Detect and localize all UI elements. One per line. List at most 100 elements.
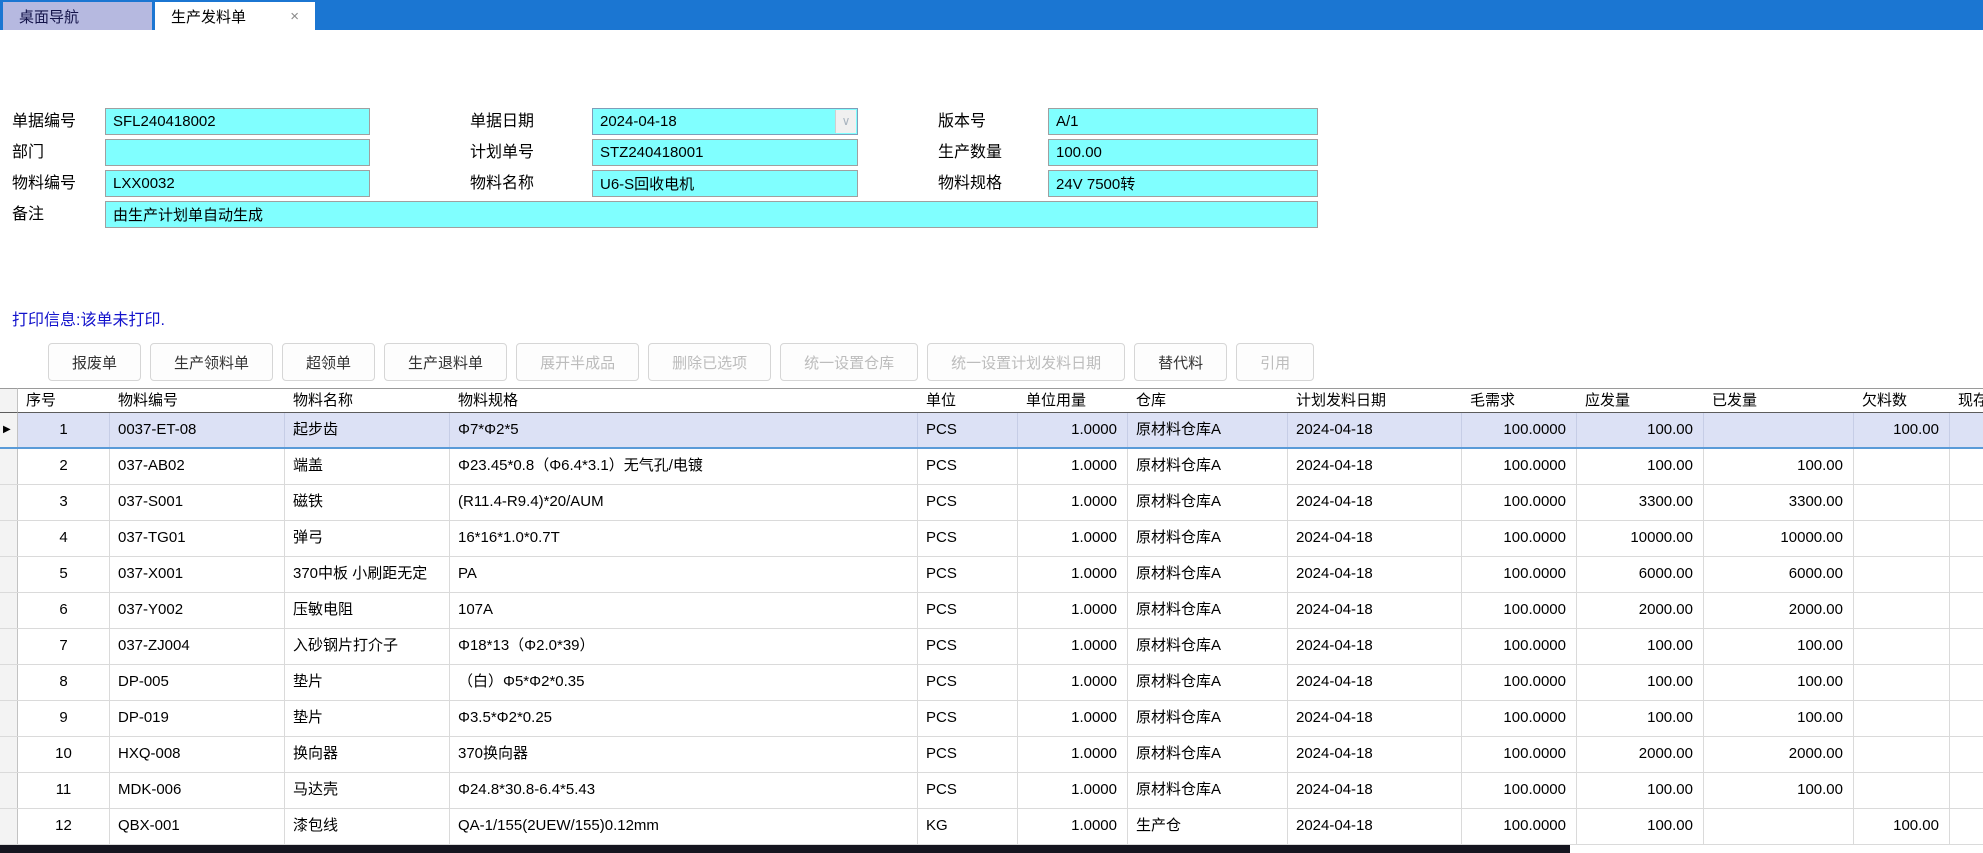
cell-warehouse: 生产仓 [1128,809,1288,844]
expand-semi-finished-button: 展开半成品 [516,343,639,381]
production-return-button[interactable]: 生产退料单 [384,343,507,381]
cell-material-code: MDK-006 [110,773,285,808]
column-header-material-code[interactable]: 物料编号 [110,388,285,413]
cell-shortage-qty [1854,449,1950,484]
cell-material-spec: Φ24.8*30.8-6.4*5.43 [450,773,918,808]
column-header-material-name[interactable]: 物料名称 [285,388,450,413]
cell-material-name: 磁铁 [285,485,450,520]
cell-shortage-qty [1854,485,1950,520]
row-indicator [0,449,18,484]
column-header-shortage-qty[interactable]: 欠料数 [1854,388,1950,413]
cell-gross-demand: 100.0000 [1462,521,1577,556]
production-requisition-button[interactable]: 生产领料单 [150,343,273,381]
table-row[interactable]: 11MDK-006马达壳Φ24.8*30.8-6.4*5.43PCS1.0000… [0,773,1983,809]
cell-warehouse: 原材料仓库A [1128,557,1288,592]
production-qty-input[interactable] [1049,140,1317,165]
substitute-material-button[interactable]: 替代料 [1134,343,1227,381]
field-remark [105,201,1318,228]
cell-material-name: 压敏电阻 [285,593,450,628]
column-header-unit-usage[interactable]: 单位用量 [1018,388,1128,413]
cell-qty-to-issue: 100.00 [1577,449,1704,484]
cell-unit-usage: 1.0000 [1018,665,1128,700]
cell-gross-demand: 100.0000 [1462,593,1577,628]
plan-no-input[interactable] [593,140,857,165]
cell-qty-to-issue: 100.00 [1577,809,1704,844]
table-row[interactable]: 4037-TG01弹弓16*16*1.0*0.7TPCS1.0000原材料仓库A… [0,521,1983,557]
cell-material-name: 换向器 [285,737,450,772]
table-row[interactable]: 10HXQ-008换向器370换向器PCS1.0000原材料仓库A2024-04… [0,737,1983,773]
cell-seq: 7 [18,629,110,664]
doc-no-input[interactable] [106,109,369,134]
cell-warehouse: 原材料仓库A [1128,665,1288,700]
column-header-seq[interactable]: 序号 [18,388,110,413]
material-code-input[interactable] [106,171,369,196]
cell-material-name: 入砂钢片打介子 [285,629,450,664]
cell-stock [1950,485,1983,520]
cell-unit: PCS [918,701,1018,736]
cell-stock [1950,449,1983,484]
column-header-warehouse[interactable]: 仓库 [1128,388,1288,413]
department-input[interactable] [106,140,369,165]
material-spec-input[interactable] [1049,171,1317,196]
cell-material-name: 垫片 [285,701,450,736]
cell-material-spec: （白）Φ5*Φ2*0.35 [450,665,918,700]
cell-material-code: HXQ-008 [110,737,285,772]
column-header-material-spec[interactable]: 物料规格 [450,388,918,413]
cell-warehouse: 原材料仓库A [1128,737,1288,772]
column-header-qty-to-issue[interactable]: 应发量 [1577,388,1704,413]
cell-material-name: 起步齿 [285,413,450,447]
table-row[interactable]: 12QBX-001漆包线QA-1/155(2UEW/155)0.12mmKG1.… [0,809,1983,845]
column-header-unit[interactable]: 单位 [918,388,1018,413]
table-header: 序号物料编号物料名称物料规格单位单位用量仓库计划发料日期毛需求应发量已发量欠料数… [0,388,1983,413]
column-header-qty-issued[interactable]: 已发量 [1704,388,1854,413]
cell-material-code: 037-TG01 [110,521,285,556]
cell-stock [1950,665,1983,700]
cell-unit-usage: 1.0000 [1018,629,1128,664]
cell-planned-issue-date: 2024-04-18 [1288,449,1462,484]
production-issue-screen: 桌面导航 生产发料单 × 单据编号单据日期∨版本号部门计划单号生产数量物料编号物… [0,0,1983,853]
cell-qty-issued [1704,413,1854,447]
cell-qty-issued: 100.00 [1704,773,1854,808]
doc-date-input[interactable] [593,109,857,134]
scrap-order-button[interactable]: 报废单 [48,343,141,381]
remark-input[interactable] [106,202,1317,227]
chevron-down-icon[interactable]: ∨ [835,110,856,133]
cell-shortage-qty [1854,557,1950,592]
cell-material-name: 端盖 [285,449,450,484]
cell-gross-demand: 100.0000 [1462,809,1577,844]
row-indicator [0,701,18,736]
cell-unit-usage: 1.0000 [1018,521,1128,556]
cell-seq: 9 [18,701,110,736]
table-row[interactable]: 6037-Y002压敏电阻107APCS1.0000原材料仓库A2024-04-… [0,593,1983,629]
table-row[interactable]: 9DP-019垫片Φ3.5*Φ2*0.25PCS1.0000原材料仓库A2024… [0,701,1983,737]
cell-stock [1950,629,1983,664]
current-row-indicator: ▶ [0,413,18,447]
cell-shortage-qty [1854,701,1950,736]
delete-selected-button: 删除已选项 [648,343,771,381]
over-requisition-button[interactable]: 超领单 [282,343,375,381]
cell-stock [1950,593,1983,628]
set-issue-date-batch-button: 统一设置计划发料日期 [927,343,1125,381]
cell-gross-demand: 100.0000 [1462,773,1577,808]
table-row[interactable]: 5037-X001370中板 小刷距无定PAPCS1.0000原材料仓库A202… [0,557,1983,593]
table-row[interactable]: 3037-S001磁铁(R11.4-R9.4)*20/AUMPCS1.0000原… [0,485,1983,521]
cell-unit: PCS [918,593,1018,628]
cell-material-code: QBX-001 [110,809,285,844]
table-row[interactable]: 2037-AB02端盖Φ23.45*0.8（Φ6.4*3.1）无气孔/电镀PCS… [0,449,1983,485]
cell-shortage-qty [1854,593,1950,628]
column-header-gross-demand[interactable]: 毛需求 [1462,388,1577,413]
cell-warehouse: 原材料仓库A [1128,485,1288,520]
cell-shortage-qty [1854,773,1950,808]
table-row[interactable]: 7037-ZJ004入砂钢片打介子Φ18*13（Φ2.0*39）PCS1.000… [0,629,1983,665]
field-label-department: 部门 [12,139,44,166]
cell-shortage-qty: 100.00 [1854,809,1950,844]
material-name-input[interactable] [593,171,857,196]
version-input[interactable] [1049,109,1317,134]
table-row[interactable]: 8DP-005垫片（白）Φ5*Φ2*0.35PCS1.0000原材料仓库A202… [0,665,1983,701]
cell-material-spec: 107A [450,593,918,628]
cell-planned-issue-date: 2024-04-18 [1288,809,1462,844]
table-row[interactable]: ▶10037-ET-08起步齿Φ7*Φ2*5PCS1.0000原材料仓库A202… [0,413,1983,449]
cell-unit-usage: 1.0000 [1018,809,1128,844]
column-header-planned-issue-date[interactable]: 计划发料日期 [1288,388,1462,413]
column-header-stock[interactable]: 现存量 [1950,388,1983,413]
